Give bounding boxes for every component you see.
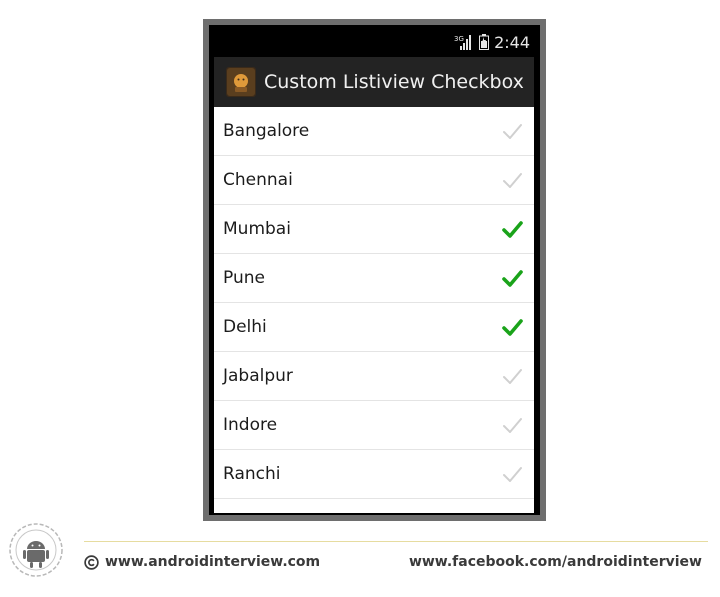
city-list: Bangalore Chennai Mumbai Pune Delhi Jabalpur I…	[214, 107, 534, 513]
android-app-icon[interactable]	[226, 67, 256, 97]
checkmark-icon[interactable]	[500, 316, 524, 338]
checkmark-icon[interactable]	[500, 120, 524, 142]
checkmark-icon[interactable]	[500, 218, 524, 240]
checkmark-icon[interactable]	[500, 414, 524, 436]
battery-icon	[479, 34, 490, 50]
checkmark-icon[interactable]	[500, 365, 524, 387]
phone-frame: 3G 2:44 Custom Listiview Checkbox Bangal…	[203, 19, 546, 521]
checkmark-icon[interactable]	[500, 463, 524, 485]
status-bar: 3G 2:44	[209, 25, 540, 57]
list-item[interactable]: Ranchi	[214, 450, 534, 499]
list-item-label: Chennai	[223, 170, 293, 190]
list-item[interactable]: Bangalore	[214, 107, 534, 156]
status-time: 2:44	[494, 32, 530, 52]
footer-website: www.androidinterview.com	[84, 552, 320, 572]
list-item[interactable]: Indore	[214, 401, 534, 450]
list-item-label: Indore	[223, 415, 278, 435]
action-bar: Custom Listiview Checkbox	[214, 57, 534, 107]
list-item[interactable]	[214, 499, 534, 513]
list-item[interactable]: Chennai	[214, 156, 534, 205]
website-link[interactable]: www.androidinterview.com	[105, 554, 320, 570]
status-icons: 3G 2:44	[454, 32, 530, 52]
list-item[interactable]: Mumbai	[214, 205, 534, 254]
list-item-label: Pune	[223, 268, 265, 288]
list-item-label: Ranchi	[223, 464, 281, 484]
copyright-icon	[84, 554, 99, 570]
list-item[interactable]: Jabalpur	[214, 352, 534, 401]
phone-screen: 3G 2:44 Custom Listiview Checkbox Bangal…	[209, 25, 540, 515]
app-title: Custom Listiview Checkbox	[264, 71, 524, 93]
footer-divider	[84, 541, 708, 542]
list-item-label: Jabalpur	[223, 366, 293, 386]
android-logo-icon	[9, 523, 63, 577]
checkmark-icon[interactable]	[500, 267, 524, 289]
list-item-label: Delhi	[223, 317, 267, 337]
signal-icon: 3G	[454, 35, 472, 50]
list-item-label: Bangalore	[223, 121, 310, 141]
checkmark-icon[interactable]	[500, 512, 524, 513]
facebook-link[interactable]: www.facebook.com/androidinterview	[409, 554, 702, 570]
network-type-label: 3G	[454, 35, 464, 43]
list-item[interactable]: Delhi	[214, 303, 534, 352]
footer-facebook: www.facebook.com/androidinterview	[409, 552, 702, 572]
list-item[interactable]: Pune	[214, 254, 534, 303]
checkmark-icon[interactable]	[500, 169, 524, 191]
list-item-label: Mumbai	[223, 219, 291, 239]
